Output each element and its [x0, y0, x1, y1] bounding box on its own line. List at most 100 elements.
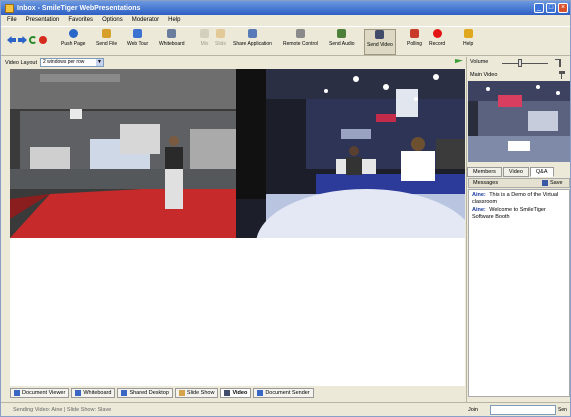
tab-whiteboard[interactable]: Whiteboard — [71, 388, 116, 398]
tab-video-panel[interactable]: Video — [502, 167, 529, 177]
volume-label: Volume — [470, 59, 489, 65]
menu-favorites[interactable]: Favorites — [68, 17, 93, 23]
polling-button[interactable]: Polling — [407, 29, 422, 55]
mix-label: Mix — [200, 41, 209, 47]
tab-video[interactable]: Video — [220, 388, 252, 398]
help-button[interactable]: Help — [463, 29, 473, 55]
slide-label: Slide — [215, 41, 227, 47]
desktop-icon — [121, 390, 128, 396]
web-tour-button[interactable]: Web Tour — [127, 29, 148, 55]
send-file-button[interactable]: Send File — [96, 29, 117, 55]
whiteboard-button[interactable]: Whiteboard — [159, 29, 185, 55]
bottom-tab-bar: Document Viewer Whiteboard Shared Deskto… — [10, 387, 465, 399]
app-icon — [5, 3, 14, 13]
slide-icon — [216, 29, 226, 38]
video-feed-right-image — [236, 69, 465, 238]
back-arrow-icon[interactable] — [7, 36, 16, 44]
maximize-button[interactable]: □ — [546, 3, 556, 13]
video-area — [10, 69, 465, 238]
tab-document-viewer-label: Document Viewer — [22, 390, 66, 396]
status-text: Sending Video: Aine | Slide Show: Slave — [13, 407, 112, 413]
right-panel: Volume Main Video Members Video Q&A Mess… — [466, 57, 570, 402]
webtour-icon — [133, 29, 143, 38]
mix-icon — [200, 29, 209, 38]
volume-slider-handle[interactable] — [518, 59, 522, 67]
whiteboard-icon — [75, 390, 82, 396]
main-video-preview-image — [468, 81, 570, 162]
tab-document-viewer[interactable]: Document Viewer — [10, 388, 70, 398]
tab-whiteboard-label: Whiteboard — [83, 390, 112, 396]
send-audio-button[interactable]: Send Audio — [329, 29, 355, 55]
forward-arrow-icon[interactable] — [18, 36, 27, 44]
share-application-button[interactable]: Share Application — [233, 29, 272, 55]
message-author: Aine: — [472, 207, 486, 213]
join-input[interactable] — [490, 405, 556, 415]
status-bar: Sending Video: Aine | Slide Show: Slave … — [1, 402, 570, 416]
pin-icon[interactable] — [559, 71, 565, 79]
volume-slider[interactable] — [502, 63, 548, 64]
tab-document-sender-label: Document Sender — [265, 390, 310, 396]
title-bar: Inbox - SmileTiger WebPresentations _ □ … — [1, 1, 570, 15]
message-item: Aine: Welcome to SmileTiger Software Boo… — [472, 207, 566, 221]
send-file-label: Send File — [96, 41, 118, 47]
polling-label: Polling — [407, 41, 423, 47]
video-grid-empty-area — [10, 238, 465, 386]
speaker-icon — [337, 29, 347, 38]
globe-icon — [68, 29, 78, 38]
document-icon — [14, 390, 20, 396]
menu-presentation[interactable]: Presentation — [26, 17, 60, 23]
join-label: Join — [468, 407, 479, 413]
close-button[interactable]: × — [558, 3, 568, 13]
navigation-group — [7, 36, 47, 44]
save-button[interactable]: Save — [550, 180, 563, 186]
menu-help[interactable]: Help — [168, 17, 180, 23]
help-label: Help — [463, 41, 474, 47]
menu-bar: File Presentation Favorites Options Mode… — [1, 15, 570, 25]
video-feed-left — [10, 69, 236, 238]
menu-moderator[interactable]: Moderator — [132, 17, 159, 23]
save-icon[interactable] — [542, 180, 548, 186]
chevron-down-icon: ▼ — [96, 59, 104, 66]
video-feed-left-image — [10, 69, 236, 238]
video-layout-row: Video Layout 2 windows per row ▼ — [1, 57, 465, 68]
send-audio-label: Send Audio — [329, 41, 355, 47]
push-page-button[interactable]: Push Page — [61, 29, 85, 55]
menu-options[interactable]: Options — [102, 17, 123, 23]
send-video-button[interactable]: Send Video — [364, 29, 396, 55]
volume-high-icon — [555, 59, 561, 67]
document-sender-icon — [257, 390, 264, 396]
video-layout-label: Video Layout — [5, 59, 38, 66]
application-window: Inbox - SmileTiger WebPresentations _ □ … — [0, 0, 571, 417]
message-author: Aine: — [472, 192, 486, 198]
push-page-label: Push Page — [61, 41, 86, 47]
remote-control-icon — [296, 29, 305, 38]
menu-file[interactable]: File — [7, 17, 17, 23]
video-layout-value: 2 windows per row — [43, 59, 85, 65]
window-title: Inbox - SmileTiger WebPresentations — [17, 4, 141, 12]
remote-control-button[interactable]: Remote Control — [283, 29, 318, 55]
stop-icon[interactable] — [39, 36, 47, 44]
send-button[interactable]: Sen — [558, 405, 569, 415]
tab-slide-show[interactable]: Slide Show — [174, 388, 219, 398]
tab-shared-desktop[interactable]: Shared Desktop — [117, 388, 173, 398]
whiteboard-label: Whiteboard — [159, 41, 185, 47]
camera-icon — [375, 30, 385, 39]
web-tour-label: Web Tour — [127, 41, 149, 47]
tab-video-label: Video — [232, 390, 248, 396]
messages-header: Messages Save — [468, 178, 570, 188]
slide-button[interactable]: Slide — [215, 29, 226, 55]
video-icon — [224, 390, 231, 396]
share-application-label: Share Application — [233, 41, 272, 47]
mix-button[interactable]: Mix — [200, 29, 209, 55]
record-button[interactable]: Record — [429, 29, 445, 55]
tab-qa[interactable]: Q&A — [529, 167, 554, 177]
tab-document-sender[interactable]: Document Sender — [253, 388, 314, 398]
minimize-button[interactable]: _ — [534, 3, 544, 13]
tab-members[interactable]: Members — [467, 167, 502, 177]
remote-control-label: Remote Control — [283, 41, 319, 47]
whiteboard-icon — [167, 29, 177, 38]
video-layout-select[interactable]: 2 windows per row ▼ — [40, 58, 105, 67]
record-label: Record — [429, 41, 446, 47]
sync-icon[interactable] — [29, 36, 37, 44]
message-log[interactable]: Aine: This is a Demo of the Virtual clas… — [468, 189, 570, 397]
